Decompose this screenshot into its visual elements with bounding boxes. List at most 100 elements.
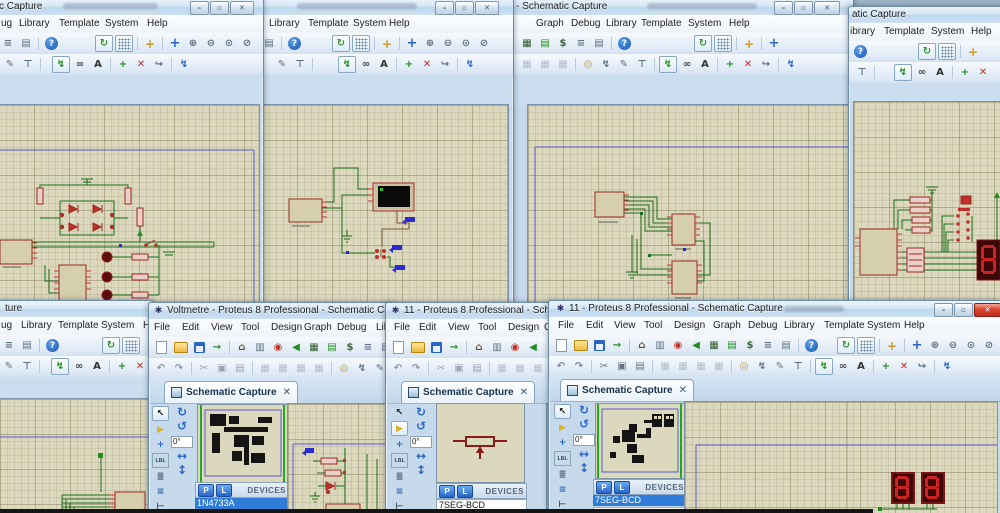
rotate-ccw-icon[interactable] bbox=[579, 418, 589, 432]
help-icon[interactable] bbox=[45, 37, 58, 50]
text-script-icon[interactable] bbox=[392, 470, 407, 483]
tab-close-icon[interactable] bbox=[520, 387, 528, 398]
tile-icon[interactable] bbox=[489, 340, 505, 355]
menu-item-library[interactable]: Library bbox=[784, 320, 815, 331]
rotate-cw-icon[interactable] bbox=[416, 406, 426, 420]
zoom-find-icon[interactable] bbox=[336, 361, 352, 376]
menu-item-edit[interactable]: Edit bbox=[419, 322, 436, 333]
wire-label-icon[interactable] bbox=[391, 453, 408, 468]
wire-junction-icon[interactable] bbox=[153, 438, 168, 451]
menu-item[interactable]: Library bbox=[606, 18, 637, 29]
block-rotate-icon[interactable] bbox=[693, 359, 709, 374]
pick-devices-button[interactable]: P bbox=[198, 484, 214, 497]
menu-item[interactable]: Library bbox=[19, 18, 50, 29]
resistors[interactable] bbox=[910, 197, 930, 233]
plug-icon[interactable] bbox=[598, 57, 614, 72]
copy-icon[interactable] bbox=[451, 361, 467, 376]
menu-item-debug[interactable]: Debug bbox=[337, 322, 366, 333]
schematic-canvas[interactable] bbox=[287, 403, 391, 513]
new-sheet-icon[interactable] bbox=[878, 359, 894, 374]
menu-item-tool[interactable]: Tool bbox=[644, 320, 662, 331]
origin-icon[interactable] bbox=[142, 36, 158, 51]
block-move-icon[interactable] bbox=[675, 359, 691, 374]
paste-icon[interactable] bbox=[632, 359, 648, 374]
overview-panel[interactable] bbox=[595, 403, 685, 479]
block-move-icon[interactable] bbox=[512, 361, 528, 376]
menu-item-help[interactable]: Help bbox=[904, 320, 925, 331]
autoroute-icon[interactable] bbox=[659, 56, 677, 73]
grid-toggle-icon[interactable] bbox=[714, 35, 732, 52]
remove-sheet-icon[interactable] bbox=[132, 359, 148, 374]
remove-sheet-icon[interactable] bbox=[133, 57, 149, 72]
menu-item-tool[interactable]: Tool bbox=[478, 322, 496, 333]
help-icon[interactable] bbox=[288, 37, 301, 50]
rewind-icon[interactable] bbox=[525, 340, 541, 355]
undo-icon[interactable] bbox=[153, 361, 169, 376]
resistor-pack[interactable] bbox=[907, 248, 924, 272]
pick-devices-button[interactable]: P bbox=[439, 485, 455, 498]
window-voltmetre[interactable]: Voltmetre - Proteus 8 Professional - Sch… bbox=[148, 302, 394, 513]
library-button[interactable]: L bbox=[216, 484, 232, 497]
notes-icon[interactable] bbox=[591, 36, 607, 51]
copy-icon[interactable] bbox=[214, 361, 230, 376]
cut-icon[interactable] bbox=[196, 361, 212, 376]
zoom-all-icon[interactable] bbox=[981, 338, 997, 353]
tab-schematic-capture[interactable]: Schematic Capture bbox=[401, 381, 535, 403]
close-button[interactable] bbox=[230, 1, 254, 15]
probe-labels[interactable] bbox=[380, 217, 415, 273]
wire-junction-icon[interactable] bbox=[392, 438, 407, 451]
probe-label[interactable] bbox=[302, 448, 314, 456]
display-component[interactable] bbox=[368, 183, 414, 211]
goto-sheet-icon[interactable] bbox=[758, 57, 774, 72]
menu-item[interactable]: ibrary bbox=[850, 26, 875, 37]
tile-icon[interactable] bbox=[652, 338, 668, 353]
search-tag-icon[interactable] bbox=[697, 57, 713, 72]
menu-item[interactable]: Library bbox=[21, 320, 52, 331]
menu-item[interactable]: System bbox=[688, 18, 721, 29]
menu-item[interactable]: Library bbox=[269, 18, 300, 29]
open-folder-icon[interactable] bbox=[574, 340, 588, 351]
design-explorer-icon[interactable] bbox=[783, 57, 799, 72]
copy-icon[interactable] bbox=[614, 359, 630, 374]
pan-icon[interactable] bbox=[909, 338, 925, 353]
save-icon[interactable] bbox=[194, 342, 205, 353]
titlebar[interactable]: 11 - Proteus 8 Professional - Schematic … bbox=[549, 301, 1000, 318]
search-icon[interactable] bbox=[358, 57, 374, 72]
zoom-all-icon[interactable] bbox=[476, 36, 492, 51]
menu-item[interactable]: Help bbox=[147, 18, 168, 29]
seven-segment-displays[interactable] bbox=[892, 473, 944, 503]
wire-label-icon[interactable] bbox=[152, 453, 169, 468]
minimize-button[interactable] bbox=[774, 1, 793, 15]
film-icon[interactable] bbox=[706, 338, 722, 353]
window-schematic-h[interactable]: ture ug Library Template System H bbox=[0, 300, 154, 513]
tab-close-icon[interactable] bbox=[283, 387, 291, 398]
new-file-icon[interactable] bbox=[393, 341, 404, 354]
new-sheet-icon[interactable] bbox=[401, 57, 417, 72]
zoom-out-icon[interactable] bbox=[945, 338, 961, 353]
home-icon[interactable] bbox=[234, 340, 250, 355]
new-sheet-icon[interactable] bbox=[114, 359, 130, 374]
notes-icon[interactable] bbox=[18, 36, 34, 51]
rotate-cw-icon[interactable] bbox=[579, 404, 589, 418]
cut-icon[interactable] bbox=[596, 359, 612, 374]
design-explorer-icon[interactable] bbox=[462, 57, 478, 72]
mirror-y-icon[interactable] bbox=[579, 462, 589, 476]
redraw-icon[interactable] bbox=[332, 35, 350, 52]
minimize-button[interactable] bbox=[934, 303, 953, 317]
pan-icon[interactable] bbox=[167, 36, 183, 51]
cut-icon[interactable] bbox=[433, 361, 449, 376]
search-icon[interactable] bbox=[914, 65, 930, 80]
block-move-icon[interactable] bbox=[519, 57, 535, 72]
redraw-icon[interactable] bbox=[837, 337, 855, 354]
titlebar[interactable]: nal - Schematic Capture bbox=[497, 0, 853, 16]
minimize-button[interactable] bbox=[190, 1, 209, 15]
window-eleven-center[interactable]: 11 - Proteus 8 Professional - Schem File… bbox=[385, 302, 554, 513]
menu-item-view[interactable]: View bbox=[211, 322, 233, 333]
zoom-in-icon[interactable] bbox=[185, 36, 201, 51]
bus-mode-icon[interactable] bbox=[555, 483, 570, 496]
rewind-icon[interactable] bbox=[688, 338, 704, 353]
plug-icon[interactable] bbox=[754, 359, 770, 374]
tool-icon[interactable] bbox=[854, 65, 870, 80]
block-delete-icon[interactable] bbox=[711, 359, 727, 374]
menu-item[interactable]: Help bbox=[729, 18, 750, 29]
